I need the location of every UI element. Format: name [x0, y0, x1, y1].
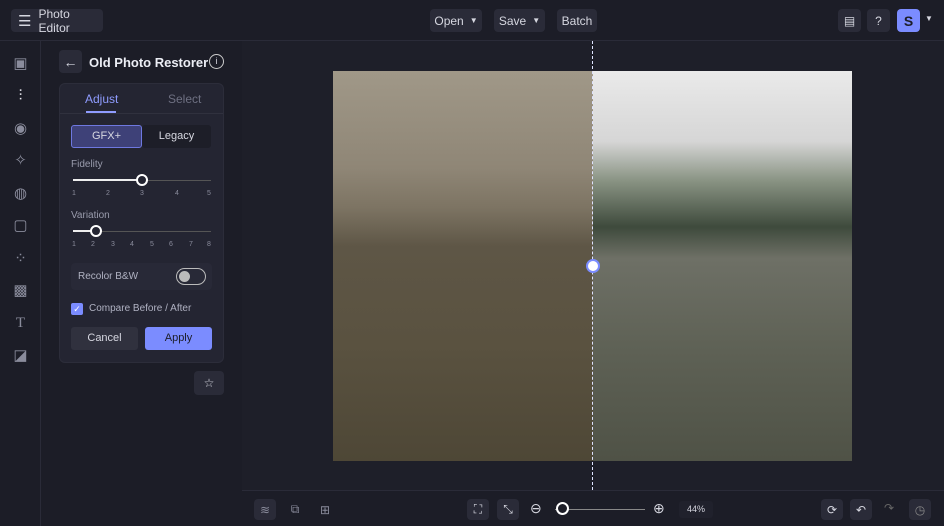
open-button[interactable]: Open ▼ — [430, 9, 482, 32]
tick: 4 — [175, 190, 179, 197]
tick: 1 — [72, 190, 76, 197]
variation-label: Variation — [71, 210, 110, 221]
photo-before — [333, 71, 593, 461]
shapes-icon[interactable]: ⁘ — [12, 250, 29, 267]
tick: 2 — [106, 190, 110, 197]
tab-adjust[interactable]: Adjust — [85, 92, 118, 106]
tool-title: Old Photo Restorer — [89, 55, 209, 70]
save-label: Save — [498, 13, 527, 28]
divider — [60, 113, 223, 114]
recolor-toggle[interactable] — [176, 268, 206, 285]
chevron-down-icon: ▼ — [532, 16, 541, 25]
text-icon[interactable]: T — [12, 315, 29, 332]
tool-rail: ▣ ⫶ ◉ ✧ ◍ ▢ ⁘ ▩ T ◪ — [0, 41, 41, 526]
history-icon[interactable]: ◷ — [909, 499, 931, 520]
eye-icon[interactable]: ◉ — [12, 120, 29, 137]
app-menu-button[interactable]: ☰ Photo Editor — [11, 6, 103, 35]
batch-button[interactable]: Batch — [557, 9, 597, 32]
tick: 3 — [111, 241, 115, 248]
grid-icon[interactable]: ⊞ — [314, 499, 336, 520]
zoom-thumb[interactable] — [556, 502, 569, 515]
reset-icon[interactable]: ⟳ — [821, 499, 843, 520]
chevron-down-icon: ▼ — [469, 16, 478, 25]
comment-icon[interactable]: ▤ — [838, 9, 861, 32]
texture-icon[interactable]: ▩ — [12, 282, 29, 299]
fit-screen-icon[interactable]: ⛶ — [467, 499, 489, 520]
redo-icon[interactable]: ↷ — [884, 501, 894, 515]
open-label: Open — [434, 13, 464, 28]
sparkle-icon[interactable]: ✧ — [12, 152, 29, 169]
help-icon[interactable]: ? — [867, 9, 890, 32]
info-icon[interactable]: i — [209, 54, 224, 69]
zoom-in-icon[interactable]: ⊕ — [653, 500, 665, 517]
tick: 8 — [207, 241, 211, 248]
favorite-star-icon[interactable]: ☆ — [194, 371, 224, 395]
top-bar: ☰ Photo Editor Open ▼ Save ▼ Batch ▤ ? S ▼ — [0, 0, 944, 41]
fidelity-fill — [73, 179, 142, 181]
tick: 5 — [207, 190, 211, 197]
apply-button[interactable]: Apply — [145, 327, 212, 350]
zoom-out-icon[interactable]: ⊖ — [530, 500, 542, 517]
layers-icon[interactable]: ≋ — [254, 499, 276, 520]
actual-size-icon[interactable]: ⤡ — [497, 499, 519, 520]
save-button[interactable]: Save ▼ — [494, 9, 545, 32]
cancel-button[interactable]: Cancel — [71, 327, 138, 350]
tool-panel: Adjust Select GFX+ Legacy Fidelity 1 2 3… — [59, 83, 224, 363]
tick: 4 — [130, 241, 134, 248]
recolor-label: Recolor B&W — [78, 271, 139, 282]
avatar[interactable]: S — [897, 9, 920, 32]
frame-icon[interactable]: ▢ — [12, 217, 29, 234]
adjust-sliders-icon[interactable]: ⫶ — [12, 87, 29, 104]
undo-icon[interactable]: ↶ — [850, 499, 872, 520]
tick: 3 — [140, 190, 144, 197]
mode-gfx-button[interactable]: GFX+ — [71, 125, 142, 148]
chevron-down-icon[interactable]: ▼ — [925, 14, 933, 23]
crop-icon[interactable]: ⧉ — [284, 499, 306, 520]
tick: 1 — [72, 241, 76, 248]
back-button[interactable]: ← — [59, 50, 82, 73]
tick: 6 — [169, 241, 173, 248]
compare-label: Compare Before / After — [89, 303, 192, 314]
tick: 2 — [91, 241, 95, 248]
variation-thumb[interactable] — [90, 225, 102, 237]
photo-after — [593, 71, 852, 461]
bottom-toolbar: ≋ ⧉ ⊞ ⛶ ⤡ ⊖ ⊕ 44% ⟳ ↶ ↷ ◷ — [242, 490, 944, 526]
zoom-value[interactable]: 44% — [679, 501, 713, 518]
tick: 7 — [189, 241, 193, 248]
compare-checkbox[interactable]: ✓ — [71, 303, 83, 315]
image-icon[interactable]: ▣ — [12, 55, 29, 72]
tab-select[interactable]: Select — [168, 92, 201, 106]
hamburger-icon: ☰ — [18, 12, 32, 30]
recolor-row: Recolor B&W — [71, 263, 212, 290]
palette-icon[interactable]: ◍ — [12, 185, 29, 202]
compare-handle[interactable] — [586, 259, 600, 273]
tick: 5 — [150, 241, 154, 248]
mode-legacy-button[interactable]: Legacy — [142, 125, 211, 148]
fidelity-thumb[interactable] — [136, 174, 148, 186]
canvas[interactable] — [242, 41, 944, 490]
fidelity-label: Fidelity — [71, 159, 103, 170]
overlay-icon[interactable]: ◪ — [12, 347, 29, 364]
app-title: Photo Editor — [38, 6, 70, 35]
